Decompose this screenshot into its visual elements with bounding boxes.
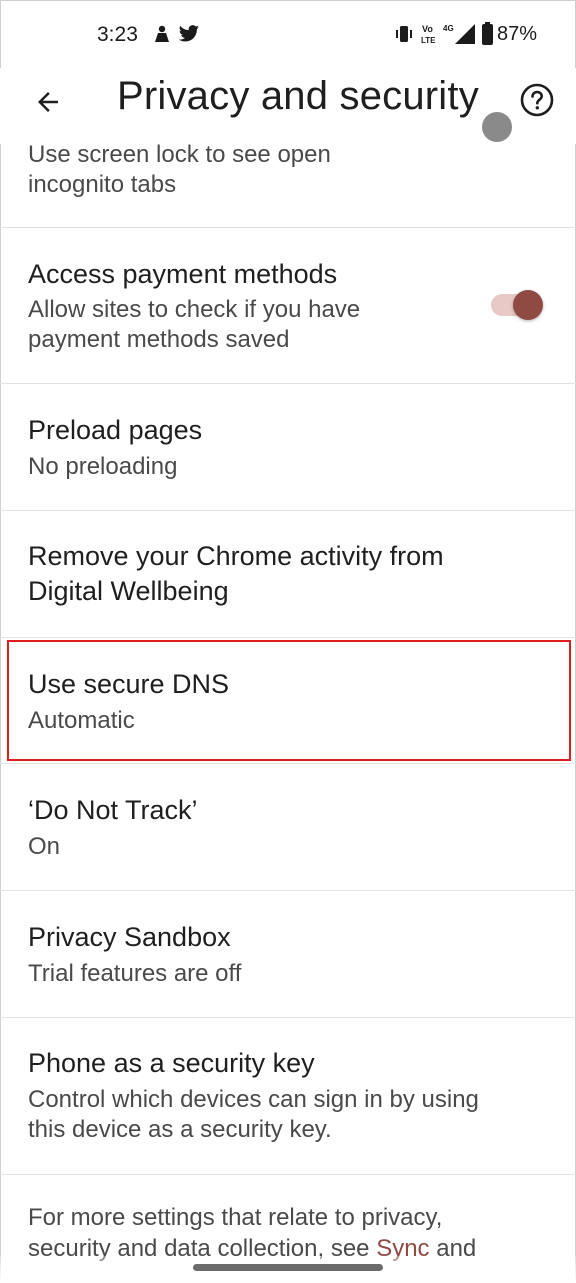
- status-bar: 3:23 Vo LTE 4G 87%: [0, 0, 576, 68]
- back-button[interactable]: [28, 82, 68, 122]
- setting-do-not-track[interactable]: ‘Do Not Track’ On: [0, 764, 576, 891]
- setting-subtitle: Allow sites to check if you have: [28, 296, 361, 323]
- setting-title: Privacy Sandbox: [28, 922, 231, 952]
- gesture-nav-handle[interactable]: [193, 1264, 383, 1271]
- help-circle-icon: [520, 83, 554, 117]
- setting-subtitle: Control which devices can sign in by usi…: [28, 1086, 479, 1113]
- notification-icon: [152, 24, 172, 49]
- toggle-thumb: [482, 112, 512, 142]
- setting-title: Phone as a security key: [28, 1048, 315, 1078]
- setting-privacy-sandbox[interactable]: Privacy Sandbox Trial features are off: [0, 891, 576, 1018]
- toggle-thumb: [513, 290, 543, 320]
- setting-title: Preload pages: [28, 415, 203, 445]
- setting-digital-wellbeing[interactable]: Remove your Chrome activity from Digital…: [0, 511, 576, 638]
- help-button[interactable]: [518, 81, 556, 119]
- setting-title: Access payment methods: [28, 259, 338, 289]
- footer-note: For more settings that relate to privacy…: [28, 1202, 476, 1264]
- setting-subtitle: Use screen lock to see open: [28, 141, 331, 168]
- arrow-back-icon: [38, 92, 58, 112]
- svg-text:4G: 4G: [443, 24, 454, 33]
- volte-icon: Vo LTE: [421, 22, 439, 51]
- setting-subtitle: this device as a security key.: [28, 1116, 332, 1143]
- status-time: 3:23: [97, 23, 138, 46]
- svg-text:Vo: Vo: [422, 24, 433, 34]
- footer-line: For more settings that relate to privacy…: [28, 1204, 443, 1231]
- setting-title: Digital Wellbeing: [28, 576, 229, 606]
- svg-text:LTE: LTE: [421, 36, 436, 45]
- setting-title: ‘Do Not Track’: [28, 795, 198, 825]
- setting-subtitle: incognito tabs: [28, 171, 177, 198]
- battery-percentage: 87%: [497, 23, 538, 45]
- setting-security-key[interactable]: Phone as a security key Control which de…: [0, 1018, 576, 1175]
- setting-title: Remove your Chrome activity from: [28, 541, 444, 571]
- page-title: Privacy and security: [117, 74, 479, 118]
- battery-icon: [481, 22, 494, 51]
- vibrate-icon: [395, 24, 413, 49]
- setting-payment-methods[interactable]: Access payment methods Allow sites to ch…: [0, 228, 576, 384]
- setting-incognito-lock[interactable]: Use screen lock to see open incognito ta…: [0, 112, 576, 228]
- setting-subtitle: On: [28, 833, 61, 860]
- setting-subtitle: payment methods saved: [28, 326, 290, 353]
- signal-4g-icon: 4G: [443, 22, 479, 51]
- highlight-box: [7, 640, 571, 761]
- twitter-icon: [178, 24, 200, 49]
- setting-subtitle: No preloading: [28, 453, 178, 480]
- setting-subtitle: Trial features are off: [28, 960, 242, 987]
- setting-preload-pages[interactable]: Preload pages No preloading: [0, 384, 576, 511]
